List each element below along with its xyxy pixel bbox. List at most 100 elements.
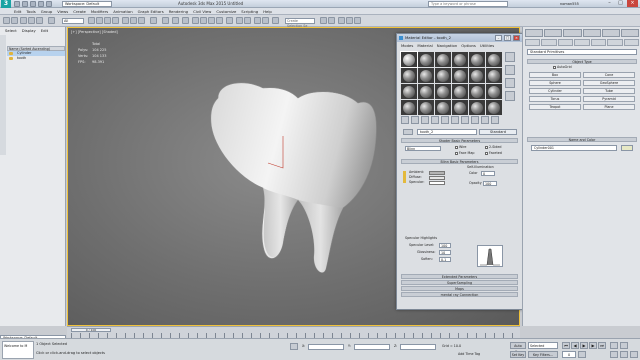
menu-edit[interactable]: Edit <box>14 8 21 14</box>
play-icon[interactable]: ▶ <box>580 342 588 349</box>
go-to-end-icon[interactable]: ⏭ <box>598 342 606 349</box>
menu-create[interactable]: Create <box>73 8 86 14</box>
keyboard-shortcut-icon[interactable] <box>182 17 189 24</box>
pick-material-icon[interactable] <box>403 129 413 135</box>
diffuse-color-swatch[interactable] <box>429 176 445 180</box>
wire-checkbox[interactable]: Wire <box>455 145 466 150</box>
glossiness-field[interactable]: 10 <box>439 250 451 255</box>
menu-group[interactable]: Group <box>41 8 53 14</box>
undo-icon[interactable] <box>38 1 44 7</box>
sample-uv-tiling-icon[interactable] <box>505 91 515 101</box>
redo-icon[interactable] <box>46 1 52 7</box>
sample-slot[interactable] <box>401 68 417 83</box>
workspace-dropdown[interactable]: Workspace: Default <box>62 1 112 7</box>
sample-type-icon[interactable] <box>505 52 515 62</box>
material-name-field[interactable]: tooth_2 <box>417 129 477 135</box>
sample-slot[interactable] <box>435 52 451 67</box>
y-coordinate-field[interactable] <box>354 344 390 350</box>
me-menu-utilities[interactable]: Utilities <box>480 42 494 50</box>
explorer-filter-toolbar[interactable] <box>0 35 6 155</box>
new-file-icon[interactable] <box>14 1 20 7</box>
mirror-icon[interactable] <box>236 17 243 24</box>
snaps-toggle-icon[interactable] <box>192 17 199 24</box>
menu-views[interactable]: Views <box>57 8 68 14</box>
name-and-color-rollout[interactable]: Name and Color <box>527 137 637 142</box>
me-menu-navigation[interactable]: Navigation <box>437 42 457 50</box>
tube-button[interactable]: Tube <box>583 88 635 94</box>
current-frame-field[interactable]: 0 <box>562 351 576 358</box>
sample-slot[interactable] <box>418 84 434 99</box>
selection-filter-dropdown[interactable]: All <box>62 18 84 24</box>
specular-color-swatch[interactable] <box>429 181 445 185</box>
set-key-button[interactable]: Set Key <box>510 351 526 358</box>
maps-rollout[interactable]: Maps <box>401 286 518 291</box>
scale-icon[interactable] <box>138 17 145 24</box>
plane-button[interactable]: Plane <box>583 104 635 110</box>
show-shaded-material-icon[interactable] <box>471 116 479 124</box>
pan-view-icon[interactable] <box>610 351 618 358</box>
app-logo-icon[interactable]: 3 <box>1 0 11 8</box>
face-map-checkbox[interactable]: Face Map <box>455 151 474 156</box>
sample-slot[interactable] <box>486 52 502 67</box>
sample-slot[interactable] <box>401 100 417 115</box>
reset-map-icon[interactable] <box>431 116 439 124</box>
maxscript-listener[interactable]: Welcome to M <box>2 341 34 359</box>
shader-basic-rollout[interactable]: Shader Basic Parameters <box>401 138 518 143</box>
shapes-icon[interactable] <box>541 39 557 46</box>
sample-slot[interactable] <box>452 52 468 67</box>
object-color-swatch[interactable] <box>621 145 633 151</box>
next-frame-icon[interactable]: ▶ <box>589 342 597 349</box>
material-editor-titlebar[interactable]: Material Editor - tooth_2 – □ × <box>397 34 522 42</box>
me-menu-options[interactable]: Options <box>461 42 476 50</box>
me-menu-modes[interactable]: Modes <box>401 42 413 50</box>
space-warps-icon[interactable] <box>607 39 623 46</box>
utilities-tab-icon[interactable] <box>620 29 640 37</box>
menu-rendering[interactable]: Rendering <box>169 8 188 14</box>
ambient-color-swatch[interactable] <box>429 171 445 175</box>
undo-tool-icon[interactable] <box>3 17 10 24</box>
pyramid-button[interactable]: Pyramid <box>583 96 635 102</box>
menu-help[interactable]: Help <box>263 8 272 14</box>
opacity-field[interactable]: 100 <box>483 181 497 186</box>
percent-snap-icon[interactable] <box>208 17 215 24</box>
bind-space-warp-icon[interactable] <box>36 17 43 24</box>
add-time-tag[interactable]: Add Time Tag <box>458 352 480 356</box>
put-to-library-icon[interactable] <box>451 116 459 124</box>
sphere-button[interactable]: Sphere <box>529 80 581 86</box>
sample-slot[interactable] <box>452 84 468 99</box>
faceted-checkbox[interactable]: Faceted <box>485 151 502 156</box>
menu-animation[interactable]: Animation <box>113 8 132 14</box>
sample-slot-selected[interactable] <box>400 51 418 68</box>
named-selection-set-dropdown[interactable]: Create Selection Se <box>285 18 315 28</box>
background-icon[interactable] <box>505 78 515 88</box>
redo-tool-icon[interactable] <box>11 17 18 24</box>
schematic-view-icon[interactable] <box>320 17 327 24</box>
user-name[interactable]: noman555 <box>560 1 579 7</box>
sample-slot[interactable] <box>469 68 485 83</box>
menu-customize[interactable]: Customize <box>216 8 236 14</box>
open-file-icon[interactable] <box>22 1 28 7</box>
box-button[interactable]: Box <box>529 72 581 78</box>
systems-icon[interactable] <box>623 39 639 46</box>
minimize-icon[interactable]: – <box>604 0 615 7</box>
move-icon[interactable] <box>122 17 129 24</box>
curve-editor-icon[interactable] <box>272 17 279 24</box>
sample-slot[interactable] <box>418 52 434 67</box>
close-icon[interactable]: × <box>513 35 520 41</box>
zoom-icon[interactable] <box>610 342 618 349</box>
motion-tab-icon[interactable] <box>582 29 601 37</box>
time-configuration-icon[interactable] <box>578 351 586 358</box>
supersampling-rollout[interactable]: SuperSampling <box>401 280 518 285</box>
window-crossing-icon[interactable] <box>112 17 119 24</box>
selection-region-icon[interactable] <box>104 17 111 24</box>
assign-to-selection-icon[interactable] <box>421 116 429 124</box>
menu-graph-editors[interactable]: Graph Editors <box>138 8 164 14</box>
explorer-menu-edit[interactable]: Edit <box>41 27 48 35</box>
pivot-center-icon[interactable] <box>162 17 169 24</box>
explorer-menu-select[interactable]: Select <box>5 27 17 35</box>
explorer-menu-display[interactable]: Display <box>22 27 36 35</box>
show-end-result-icon[interactable] <box>481 116 489 124</box>
primitive-type-dropdown[interactable]: Standard Primitives <box>527 49 637 55</box>
mental-ray-connection-rollout[interactable]: mental ray Connection <box>401 292 518 297</box>
material-editor-icon[interactable] <box>328 17 335 24</box>
